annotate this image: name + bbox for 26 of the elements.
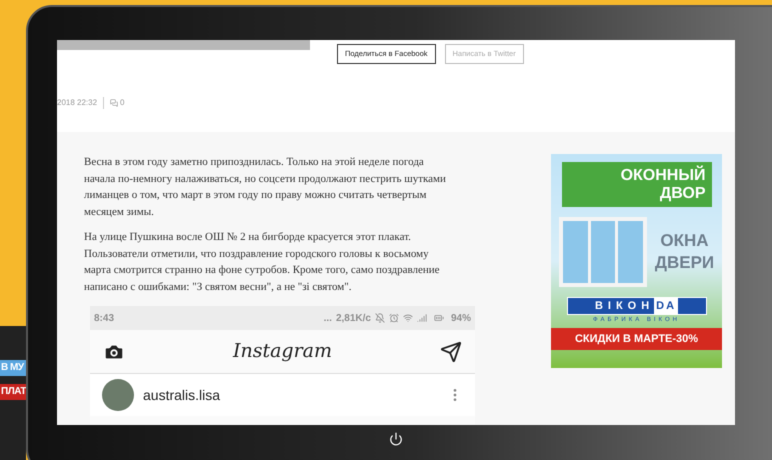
- logo-text: DA: [654, 298, 678, 314]
- mute-icon: [374, 313, 385, 323]
- alarm-icon: [388, 313, 399, 323]
- status-dots: ...: [324, 312, 332, 326]
- brand-text: ОКОННЫЙ: [620, 166, 706, 184]
- article-paragraph: На улице Пушкина восле ОШ № 2 на бигборде красуется этот плакат. Пользователи отметили, что поздравление городского головы к восьмому марта смотрится странно на фоне сутробов. Кроме того, само поздравление написано с ошибками: "З святом весни", а не "зі святом".: [84, 230, 441, 294]
- banner-text: ПЛАТ: [0, 384, 26, 400]
- power-icon[interactable]: [389, 432, 403, 446]
- logo-text: ВIКОН: [594, 298, 654, 314]
- post-date: 2018 22:32: [57, 97, 98, 109]
- brand-text: ДВОР: [660, 184, 706, 202]
- network-speed: 2,81K/c: [336, 312, 371, 326]
- wifi-icon: [402, 313, 413, 323]
- offer-text: ОКНА: [660, 230, 709, 252]
- comments-icon: [110, 99, 118, 107]
- status-time: 8:43: [94, 312, 114, 326]
- promo-text: СКИДКИ В МАРТЕ-30%: [574, 332, 698, 347]
- send-icon[interactable]: [440, 340, 462, 362]
- signal-icon: [416, 313, 427, 323]
- comment-count: 0: [120, 97, 124, 109]
- battery-level: 94%: [450, 312, 471, 326]
- avatar[interactable]: [102, 379, 134, 411]
- article-paragraph: Весна в этом году заметно припозднилась. Только на этой неделе погода начала по-немногу налаживаться, но соцсети продолжают пестрить шутками лиманцев о том, что март в этом году по праву можно считать четвертым месяцем зимы.: [84, 155, 447, 220]
- offer-text: ДВЕРИ: [654, 252, 714, 274]
- app-title: Instagram: [232, 339, 334, 364]
- banner-text: В МУ: [0, 360, 26, 376]
